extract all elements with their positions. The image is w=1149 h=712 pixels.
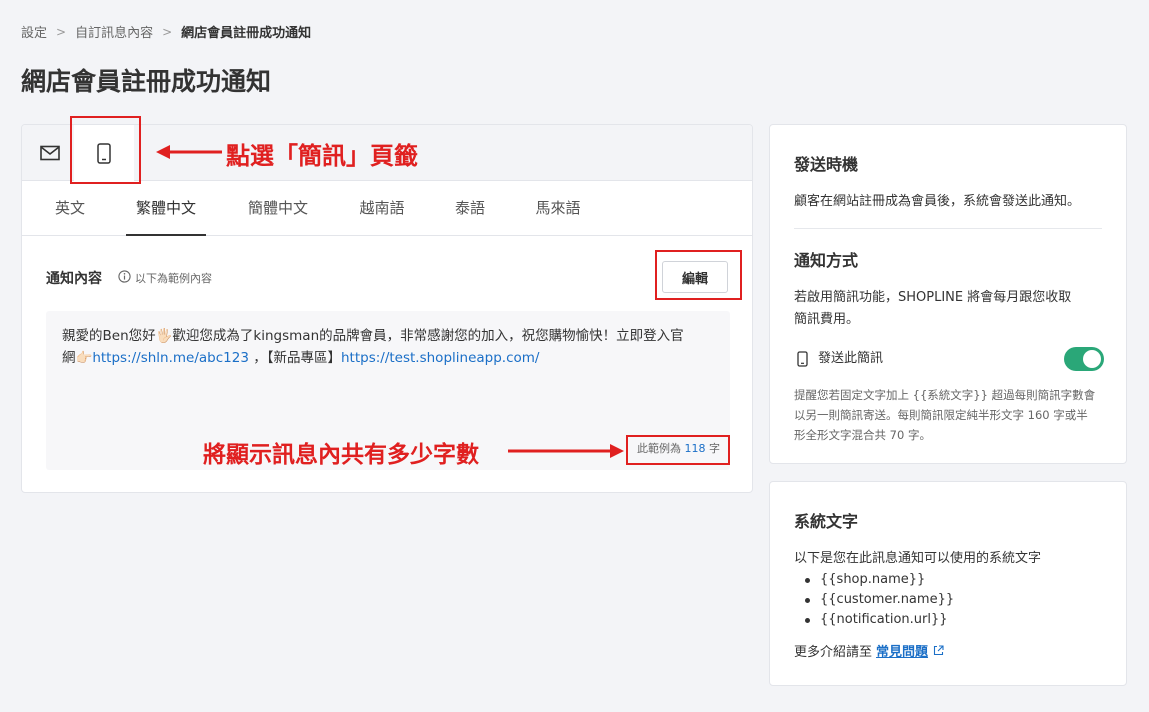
language-tabs: 英文 繁體中文 簡體中文 越南語 泰語 馬來語 (22, 181, 752, 236)
system-text-item: {{shop.name}} (794, 570, 954, 590)
faq-row: 更多介紹請至 常見問題 (794, 641, 944, 660)
highlight-character-count (626, 435, 730, 465)
system-text-list: {{shop.name}} {{customer.name}} {{notifi… (794, 570, 954, 630)
example-hint: 以下為範例內容 (135, 272, 212, 285)
tab-english[interactable]: 英文 (38, 181, 102, 236)
note-line: 形全形文字混合共 70 字。 (794, 428, 931, 442)
tab-simplified-chinese[interactable]: 簡體中文 (238, 181, 318, 236)
message-link-shop[interactable]: https://test.shoplineapp.com/ (341, 350, 539, 366)
tab-vietnamese[interactable]: 越南語 (350, 181, 414, 236)
send-sms-label: 發送此簡訊 (818, 351, 884, 366)
tab-malay[interactable]: 馬來語 (526, 181, 590, 236)
mail-icon (40, 145, 60, 161)
sms-length-note: 提醒您若固定文字加上 {{系統文字}} 超過每則簡訊字數會 以另一則簡訊寄送。每… (794, 385, 1106, 445)
breadcrumb: 設定 > 自訂訊息內容 > 網店會員註冊成功通知 (21, 22, 312, 42)
tab-traditional-chinese[interactable]: 繁體中文 (126, 181, 206, 236)
message-text: 網👉🏻 (62, 350, 93, 366)
breadcrumb-separator: > (56, 24, 67, 39)
annotation-arrow-right (508, 444, 624, 458)
toggle-knob (1083, 350, 1101, 368)
message-line-1: 親愛的Ben您好🖐🏻歡迎您成為了kingsman的品牌會員，非常感謝您的加入，祝… (62, 328, 684, 344)
send-settings-card: 發送時機 顧客在網站註冊成為會員後，系統會發送此通知。 通知方式 若啟用簡訊功能… (769, 124, 1127, 464)
system-text-item: {{notification.url}} (794, 610, 954, 630)
highlight-sms-tab (70, 116, 141, 184)
breadcrumb-separator: > (162, 24, 173, 39)
note-line: 以另一則簡訊寄送。每則簡訊限定純半形文字 160 字或半 (794, 408, 1088, 422)
annotation-arrow-left (156, 145, 222, 159)
message-line-2: 網👉🏻https://shln.me/abc123 ，【新品專區】https:/… (62, 347, 714, 369)
send-sms-toggle[interactable] (1064, 347, 1104, 371)
timing-title: 發送時機 (794, 155, 859, 174)
message-link-short[interactable]: https://shln.me/abc123 (92, 350, 249, 366)
breadcrumb-current: 網店會員註冊成功通知 (181, 26, 312, 41)
breadcrumb-custom-messages[interactable]: 自訂訊息內容 (75, 22, 153, 41)
page-title: 網店會員註冊成功通知 (21, 67, 272, 96)
method-text-line: 若啟用簡訊功能，SHOPLINE 將會每月跟您收取 (794, 290, 1072, 305)
faq-link[interactable]: 常見問題 (876, 641, 928, 660)
highlight-edit-button (655, 250, 742, 300)
external-link-icon[interactable] (933, 645, 944, 656)
tab-thai[interactable]: 泰語 (446, 181, 494, 236)
system-text-item: {{customer.name}} (794, 590, 954, 610)
method-text-line: 簡訊費用。 (794, 312, 860, 327)
annotation-tab-instruction: 點選「簡訊」頁籤 (226, 142, 418, 170)
message-text: ，【新品專區】 (248, 350, 341, 366)
system-text-card: 系統文字 以下是您在此訊息通知可以使用的系統文字 {{shop.name}} {… (769, 481, 1127, 686)
system-text-title: 系統文字 (794, 512, 859, 531)
faq-prefix: 更多介紹請至 (794, 645, 873, 660)
annotation-count-instruction: 將顯示訊息內共有多少字數 (203, 442, 479, 468)
system-text-intro: 以下是您在此訊息通知可以使用的系統文字 (794, 551, 1042, 566)
info-icon (118, 270, 131, 283)
divider (794, 228, 1102, 229)
note-line: 提醒您若固定文字加上 {{系統文字}} 超過每則簡訊字數會 (794, 388, 1096, 402)
timing-text: 顧客在網站註冊成為會員後，系統會發送此通知。 (794, 194, 1081, 209)
method-text: 若啟用簡訊功能，SHOPLINE 將會每月跟您收取 簡訊費用。 (794, 287, 1071, 331)
breadcrumb-settings[interactable]: 設定 (21, 22, 47, 41)
content-label: 通知內容 (46, 271, 102, 287)
method-title: 通知方式 (794, 251, 859, 270)
mobile-phone-icon (797, 351, 808, 367)
